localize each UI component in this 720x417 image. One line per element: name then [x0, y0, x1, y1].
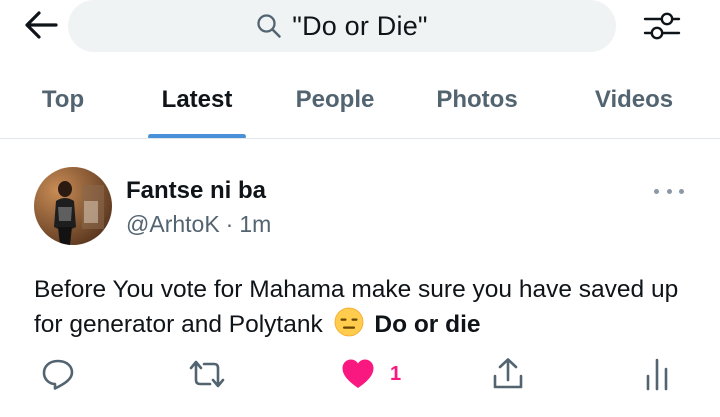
timestamp[interactable]: 1m — [239, 211, 271, 238]
tweet-text: Before You vote for Mahama make sure you… — [34, 272, 704, 347]
reply-icon — [42, 359, 74, 390]
back-button[interactable] — [22, 8, 60, 42]
tweet-actions: 1 — [0, 350, 720, 400]
tab-photos[interactable]: Photos — [436, 86, 517, 114]
avatar-photo — [34, 167, 112, 245]
tab-top[interactable]: Top — [42, 86, 84, 114]
more-dot — [654, 188, 659, 194]
analytics-button[interactable] — [640, 354, 674, 394]
tweet[interactable]: Fantse ni ba @ArhtoK · 1m Before You vot… — [0, 139, 720, 417]
share-icon — [493, 358, 523, 389]
like-button[interactable]: 1 — [340, 354, 401, 394]
avatar[interactable] — [34, 167, 112, 245]
separator-dot: · — [225, 211, 234, 237]
search-filter-button[interactable] — [640, 6, 684, 46]
handle[interactable]: @ArhtoK — [126, 211, 220, 238]
arrow-left-icon — [25, 11, 58, 39]
expressionless-face-emoji — [334, 307, 364, 347]
more-dot — [666, 188, 672, 194]
search-input[interactable]: "Do or Die" — [68, 0, 616, 52]
sliders-icon — [643, 12, 681, 40]
handle-row: @ArhtoK · 1m — [126, 211, 271, 238]
tab-people[interactable]: People — [296, 86, 375, 114]
retweet-button[interactable] — [186, 354, 228, 394]
more-options-button[interactable] — [654, 183, 684, 199]
heart-filled-icon — [342, 359, 374, 388]
tab-latest[interactable]: Latest — [162, 86, 233, 114]
search-icon — [257, 14, 282, 38]
more-dot — [679, 188, 684, 194]
display-name[interactable]: Fantse ni ba — [126, 177, 266, 205]
reply-button[interactable] — [40, 354, 76, 394]
search-header: "Do or Die" — [0, 0, 720, 60]
like-count: 1 — [390, 362, 402, 385]
retweet-icon — [189, 360, 225, 388]
search-tabs: Top Latest People Photos Videos — [0, 68, 720, 139]
tweet-text-bold: Do or die — [374, 311, 481, 338]
share-button[interactable] — [490, 354, 526, 394]
analytics-icon — [646, 358, 668, 391]
search-query: "Do or Die" — [292, 10, 428, 41]
tab-videos[interactable]: Videos — [595, 86, 673, 114]
